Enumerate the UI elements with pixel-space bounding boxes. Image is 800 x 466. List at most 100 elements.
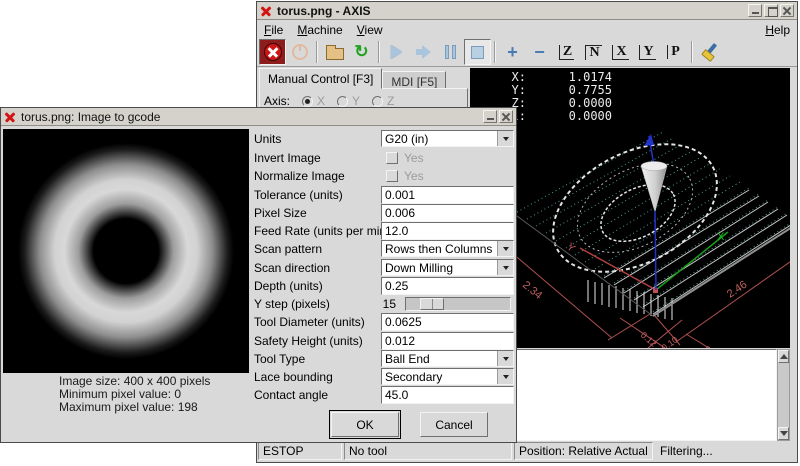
field-label-pixel-size: Pixel Size bbox=[254, 206, 307, 220]
view-z2-button[interactable]: N bbox=[580, 39, 607, 65]
y-axis-label: Y bbox=[564, 241, 578, 255]
tool-type-select[interactable]: Ball End bbox=[381, 350, 514, 367]
dro-vel-value: 0.0000 bbox=[526, 110, 612, 123]
tab-manual-control[interactable]: Manual Control [F3] bbox=[259, 68, 382, 89]
x-view-icon: X bbox=[612, 45, 628, 60]
estop-button[interactable] bbox=[259, 39, 286, 65]
status-message: Filtering... bbox=[655, 442, 796, 460]
zoom-in-button[interactable]: + bbox=[499, 39, 526, 65]
machine-power-button[interactable] bbox=[286, 39, 313, 65]
y-step-slider[interactable] bbox=[405, 297, 511, 311]
scan-direction-select[interactable]: Down Milling bbox=[381, 259, 514, 276]
dialog-title: torus.png: Image to gcode bbox=[21, 110, 160, 124]
axis-label: Axis: bbox=[264, 94, 290, 108]
axis-x-radio[interactable] bbox=[302, 96, 313, 107]
depth-input[interactable]: 0.25 bbox=[381, 277, 514, 295]
step-button[interactable] bbox=[410, 39, 437, 65]
tab-bar: Manual Control [F3] MDI [F5] bbox=[259, 68, 470, 89]
front-toolpath-rows bbox=[604, 190, 790, 314]
contact-angle-input[interactable]: 45.0 bbox=[381, 386, 514, 404]
arrow-down-icon bbox=[780, 431, 788, 436]
pause-icon bbox=[445, 45, 456, 59]
tab-mdi[interactable]: MDI [F5] bbox=[382, 71, 446, 89]
brush-icon bbox=[700, 42, 720, 62]
view-z-button[interactable]: Z bbox=[553, 39, 580, 65]
reload-icon: ↻ bbox=[354, 44, 368, 60]
open-file-button[interactable] bbox=[321, 39, 348, 65]
image-to-gcode-dialog: torus.png: Image to gcode Image size: 40… bbox=[0, 107, 517, 443]
units-value: G20 (in) bbox=[382, 131, 497, 146]
plunge-ticks bbox=[588, 280, 672, 320]
run-icon bbox=[391, 45, 402, 59]
normalize-image-check-label: Yes bbox=[404, 169, 424, 183]
close-button[interactable] bbox=[780, 4, 794, 17]
scan-pattern-value: Rows then Columns bbox=[382, 241, 497, 256]
estop-icon bbox=[264, 43, 282, 61]
scan-pattern-select[interactable]: Rows then Columns bbox=[381, 240, 514, 257]
run-button[interactable] bbox=[383, 39, 410, 65]
image-max-text: Maximum pixel value: 198 bbox=[59, 401, 210, 414]
zoom-out-button[interactable]: − bbox=[526, 39, 553, 65]
ok-button[interactable]: OK bbox=[331, 412, 399, 437]
scroll-up-button[interactable] bbox=[778, 350, 789, 363]
chevron-down-icon bbox=[497, 351, 513, 366]
tool-cone-icon bbox=[641, 166, 667, 212]
field-label-depth: Depth (units) bbox=[254, 279, 323, 293]
field-label-safety-height: Safety Height (units) bbox=[254, 334, 363, 348]
perspective-view-icon: P bbox=[667, 45, 682, 59]
status-machine-state: ESTOP bbox=[258, 442, 342, 460]
safety-height-input[interactable]: 0.012 bbox=[381, 332, 514, 350]
menu-file[interactable]: File bbox=[257, 22, 290, 38]
dialog-titlebar[interactable]: torus.png: Image to gcode bbox=[1, 108, 516, 126]
gcode-scrollbar[interactable] bbox=[777, 349, 790, 441]
axis-y-radio[interactable] bbox=[337, 96, 348, 107]
dialog-minimize-button[interactable] bbox=[483, 110, 497, 123]
slider-thumb[interactable] bbox=[420, 298, 444, 310]
maximize-button[interactable] bbox=[764, 4, 778, 17]
view-y-button[interactable]: Y bbox=[634, 39, 661, 65]
field-label-scan-direction: Scan direction bbox=[254, 261, 330, 275]
menu-help[interactable]: Help bbox=[758, 22, 797, 38]
invert-image-checkbox[interactable] bbox=[386, 152, 398, 164]
dimension-right-label: 2.46 bbox=[725, 279, 749, 301]
open-folder-icon bbox=[326, 48, 344, 60]
stop-button[interactable] bbox=[464, 39, 491, 65]
field-label-tolerance: Tolerance (units) bbox=[254, 188, 343, 202]
pixel-size-input[interactable]: 0.006 bbox=[381, 204, 514, 222]
image-info: Image size: 400 x 400 pixels Minimum pix… bbox=[59, 375, 210, 414]
toolbar: ↻ + − Z N X Y P bbox=[257, 38, 797, 67]
normalize-image-checkbox[interactable] bbox=[386, 170, 398, 182]
menu-machine[interactable]: Machine bbox=[290, 22, 349, 38]
scroll-down-button[interactable] bbox=[778, 427, 789, 440]
cancel-button[interactable]: Cancel bbox=[420, 412, 488, 437]
n-view-icon: N bbox=[585, 45, 601, 60]
scrollbar-trough[interactable] bbox=[778, 363, 789, 427]
clear-plot-button[interactable] bbox=[696, 39, 723, 65]
arrow-up-icon bbox=[780, 354, 788, 359]
axis-z-radio[interactable] bbox=[372, 96, 383, 107]
preview-pane[interactable]: X Y 2.34 2. bbox=[470, 68, 790, 348]
menu-view[interactable]: View bbox=[350, 22, 390, 38]
y-step-value: 15 bbox=[376, 297, 396, 311]
tool-diameter-input[interactable]: 0.0625 bbox=[381, 313, 514, 331]
reload-button[interactable]: ↻ bbox=[348, 39, 375, 65]
minimize-button[interactable] bbox=[748, 4, 762, 17]
feed-rate-input[interactable]: 12.0 bbox=[381, 222, 514, 240]
axis-titlebar[interactable]: torus.png - AXIS bbox=[257, 2, 797, 20]
units-select[interactable]: G20 (in) bbox=[381, 130, 514, 147]
pause-button[interactable] bbox=[437, 39, 464, 65]
desktop: torus.png - AXIS File Machine View Help … bbox=[0, 0, 800, 466]
view-p-button[interactable]: P bbox=[661, 39, 688, 65]
lace-bounding-select[interactable]: Secondary bbox=[381, 368, 514, 385]
z-dim-label: -0.10 bbox=[657, 334, 679, 348]
dialog-close-button[interactable] bbox=[499, 110, 513, 123]
dialog-app-icon bbox=[4, 111, 16, 123]
invert-image-check-label: Yes bbox=[404, 151, 424, 165]
statusbar: ESTOP No tool Position: Relative Actual … bbox=[257, 441, 797, 461]
toolbar-separator bbox=[378, 41, 380, 63]
chevron-down-icon bbox=[497, 260, 513, 275]
chevron-down-icon bbox=[497, 241, 513, 256]
tolerance-input[interactable]: 0.001 bbox=[381, 186, 514, 204]
view-x-button[interactable]: X bbox=[607, 39, 634, 65]
status-tool: No tool bbox=[344, 442, 512, 460]
